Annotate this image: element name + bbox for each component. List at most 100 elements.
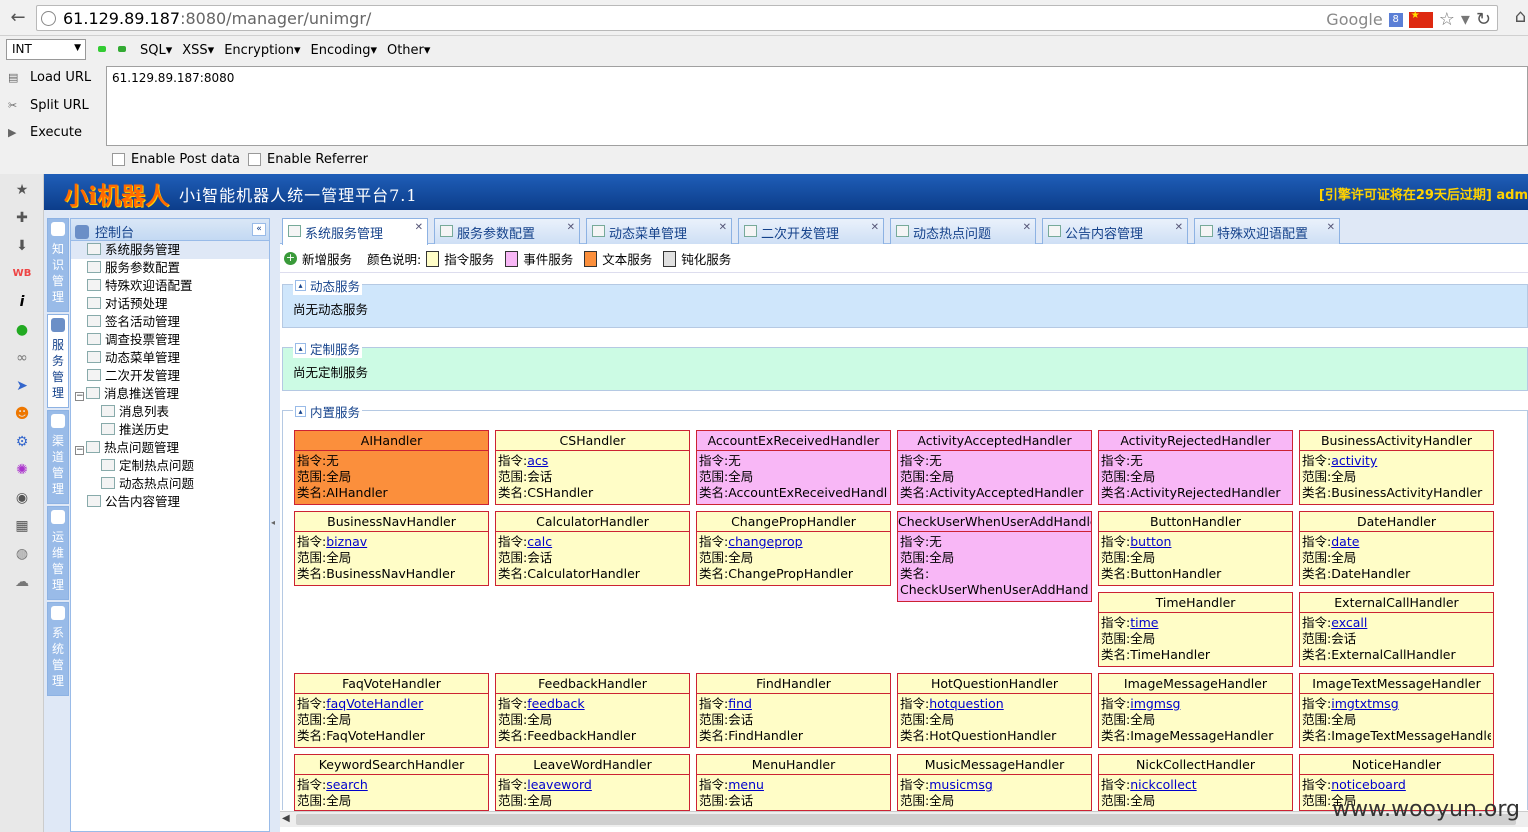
url-textarea[interactable]: [106, 66, 1528, 146]
command-link[interactable]: changeprop: [728, 534, 802, 549]
module-tab-channel[interactable]: 渠道管理: [47, 410, 69, 504]
handler-card[interactable]: LeaveWordHandler 指令:leaveword 范围:全局: [495, 754, 690, 811]
palette-icon[interactable]: ◉: [12, 488, 32, 508]
search-engine-icon[interactable]: 8: [1388, 12, 1403, 27]
command-link[interactable]: hotquestion: [929, 696, 1003, 711]
tree-item[interactable]: 签名活动管理: [71, 313, 269, 331]
command-link[interactable]: imgmsg: [1130, 696, 1180, 711]
panel-splitter[interactable]: ◂: [270, 218, 280, 832]
tree-item[interactable]: 公告内容管理: [71, 493, 269, 511]
split-url-button[interactable]: ✂ Split URL: [8, 98, 89, 113]
handler-card[interactable]: FeedbackHandler 指令:feedback 范围:全局 类名:Feedba…: [495, 673, 690, 748]
command-link[interactable]: imgtxtmsg: [1331, 696, 1398, 711]
tree-item[interactable]: 定制热点问题: [71, 457, 269, 475]
web-icon[interactable]: WB: [12, 264, 32, 284]
module-tab-service[interactable]: 服务管理: [47, 314, 69, 408]
command-link[interactable]: calc: [527, 534, 552, 549]
tree-item[interactable]: 对话预处理: [71, 295, 269, 313]
close-icon[interactable]: ✕: [415, 222, 423, 233]
handler-card[interactable]: KeywordSearchHandler 指令:search 范围:全局: [294, 754, 489, 811]
download-icon[interactable]: ⬇: [12, 236, 32, 256]
handler-card[interactable]: CSHandler 指令:acs 范围:会话 类名:CSHandler: [495, 430, 690, 505]
search-engine-label[interactable]: Google: [1326, 10, 1382, 29]
handler-card[interactable]: BusinessNavHandler 指令:biznav 范围:全局 类名:Busin…: [294, 511, 489, 586]
url-field[interactable]: 61.129.89.187:8080/manager/unimgr/ Googl…: [36, 5, 1498, 31]
tree-item[interactable]: 动态菜单管理: [71, 349, 269, 367]
toggle-icon[interactable]: ▴: [295, 280, 306, 291]
dropdown-icon[interactable]: ▾: [1461, 9, 1470, 30]
handler-card[interactable]: AIHandler 指令:无 范围:全局 类名:AIHandler: [294, 430, 489, 505]
cloud-icon[interactable]: ☁: [12, 572, 32, 592]
link-icon[interactable]: ∞: [12, 348, 32, 368]
command-link[interactable]: find: [728, 696, 752, 711]
menu-other[interactable]: Other▾: [387, 43, 430, 58]
tree-item[interactable]: 推送历史: [71, 421, 269, 439]
menu-encryption[interactable]: Encryption▾: [224, 43, 300, 58]
handler-card[interactable]: ButtonHandler 指令:button 范围:全局 类名:ButtonHand…: [1098, 511, 1293, 586]
module-tab-ops[interactable]: 运维管理: [47, 506, 69, 600]
back-arrow-icon[interactable]: ←: [6, 6, 30, 30]
smiley-icon[interactable]: ☻: [12, 404, 32, 424]
command-link[interactable]: time: [1130, 615, 1158, 630]
int-select[interactable]: INT: [6, 39, 86, 60]
handler-card[interactable]: AccountExReceivedHandler 指令:无 范围:全局 类名:Acco…: [696, 430, 891, 505]
tab-item[interactable]: 动态菜单管理 ✕: [586, 218, 732, 244]
command-link[interactable]: button: [1130, 534, 1171, 549]
star-icon[interactable]: ★: [12, 180, 32, 200]
expand-icon[interactable]: −: [75, 392, 84, 401]
handler-card[interactable]: ActivityRejectedHandler 指令:无 范围:全局 类名:Activ…: [1098, 430, 1293, 505]
tab-item[interactable]: 服务参数配置 ✕: [434, 218, 580, 244]
command-link[interactable]: menu: [728, 777, 764, 792]
add-icon[interactable]: +: [284, 252, 297, 265]
toggle-icon[interactable]: ▴: [295, 343, 306, 354]
command-link[interactable]: feedback: [527, 696, 584, 711]
handler-card[interactable]: MenuHandler 指令:menu 范围:会话: [696, 754, 891, 811]
pointer-icon[interactable]: ➤: [12, 376, 32, 396]
add-service-button[interactable]: 新增服务: [302, 249, 352, 268]
tree-item[interactable]: − 热点问题管理: [71, 439, 269, 457]
close-icon[interactable]: ✕: [1327, 222, 1335, 233]
scroll-left-icon[interactable]: ◀: [282, 813, 290, 824]
bookmark-star-icon[interactable]: ☆: [1439, 9, 1455, 30]
handler-card[interactable]: ImageTextMessageHandler 指令:imgtxtmsg 范围:全局…: [1299, 673, 1494, 748]
collapse-icon[interactable]: «: [252, 223, 266, 236]
handler-card[interactable]: ChangePropHandler 指令:changeprop 范围:全局 类名:Ch…: [696, 511, 891, 586]
command-link[interactable]: acs: [527, 453, 548, 468]
command-link[interactable]: nickcollect: [1130, 777, 1196, 792]
virus-icon[interactable]: ✺: [12, 460, 32, 480]
command-link[interactable]: musicmsg: [929, 777, 993, 792]
command-link[interactable]: excall: [1331, 615, 1367, 630]
handler-card[interactable]: DateHandler 指令:date 范围:全局 类名:DateHandler: [1299, 511, 1494, 586]
puzzle-icon[interactable]: ✚: [12, 208, 32, 228]
menu-encoding[interactable]: Encoding▾: [311, 43, 377, 58]
tree-item[interactable]: − 消息推送管理: [71, 385, 269, 403]
close-icon[interactable]: ✕: [871, 222, 879, 233]
module-tab-system[interactable]: 系统管理: [47, 602, 69, 696]
module-tab-knowledge[interactable]: 知识管理: [47, 218, 69, 312]
handler-card[interactable]: HotQuestionHandler 指令:hotquestion 范围:全局 类名:…: [897, 673, 1092, 748]
grid-icon[interactable]: ▦: [12, 516, 32, 536]
expand-icon[interactable]: −: [75, 446, 84, 455]
tab-item[interactable]: 特殊欢迎语配置 ✕: [1194, 218, 1340, 244]
tab-item[interactable]: 系统服务管理 ✕: [282, 218, 428, 245]
handler-card[interactable]: ExternalCallHandler 指令:excall 范围:会话 类名:Exte…: [1299, 592, 1494, 667]
decrement-icon[interactable]: [98, 46, 106, 52]
handler-card[interactable]: NickCollectHandler 指令:nickcollect 范围:全局: [1098, 754, 1293, 811]
china-flag-icon[interactable]: [1408, 10, 1433, 28]
green-ball-icon[interactable]: ●: [12, 320, 32, 340]
command-link[interactable]: date: [1331, 534, 1359, 549]
tree-item[interactable]: 二次开发管理: [71, 367, 269, 385]
tab-item[interactable]: 动态热点问题 ✕: [890, 218, 1036, 244]
menu-sql[interactable]: SQL▾: [140, 43, 172, 58]
increment-icon[interactable]: [118, 46, 126, 52]
tree-item[interactable]: 特殊欢迎语配置: [71, 277, 269, 295]
globe-tool-icon[interactable]: ◍: [12, 544, 32, 564]
tree-item[interactable]: 调查投票管理: [71, 331, 269, 349]
close-icon[interactable]: ✕: [1175, 222, 1183, 233]
reload-icon[interactable]: ↻: [1476, 9, 1491, 30]
tree-item[interactable]: 服务参数配置: [71, 259, 269, 277]
handler-card[interactable]: FindHandler 指令:find 范围:会话 类名:FindHandler: [696, 673, 891, 748]
handler-card[interactable]: ActivityAcceptedHandler 指令:无 范围:全局 类名:Activ…: [897, 430, 1092, 505]
handler-card[interactable]: BusinessActivityHandler 指令:activity 范围:全局类…: [1299, 430, 1494, 505]
command-link[interactable]: activity: [1331, 453, 1377, 468]
